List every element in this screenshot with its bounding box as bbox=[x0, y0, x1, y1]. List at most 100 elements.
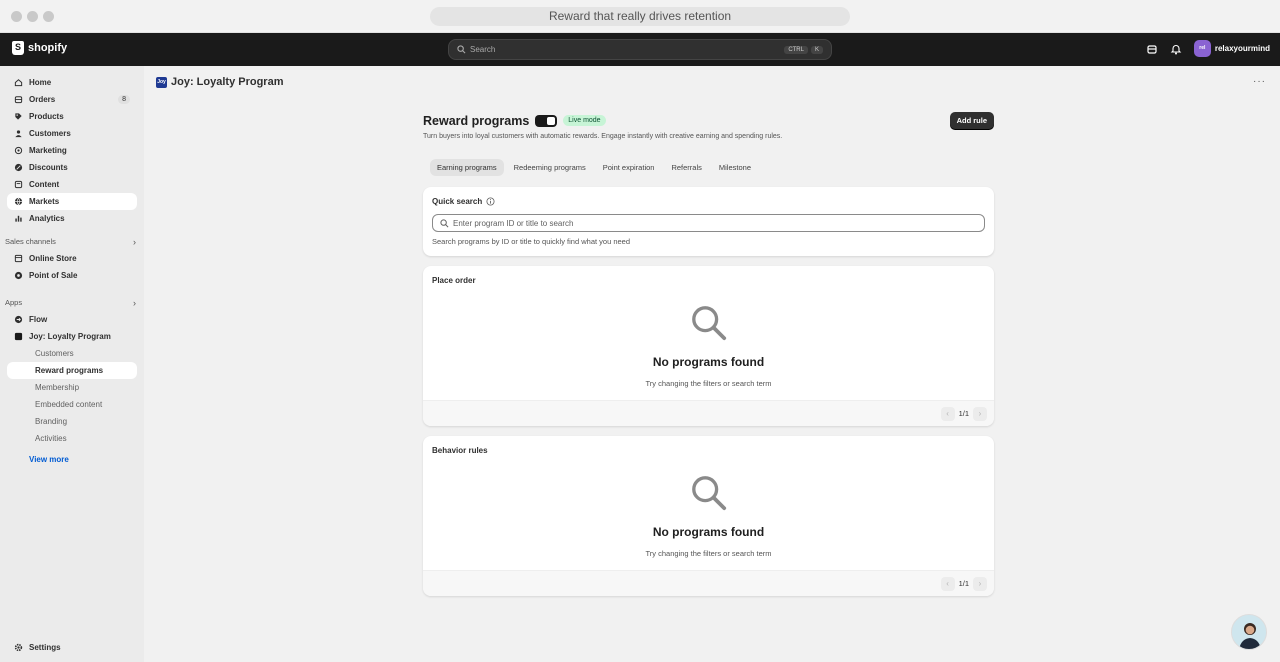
chevron-right-icon: › bbox=[133, 297, 136, 308]
tab-redeeming-programs[interactable]: Redeeming programs bbox=[507, 159, 593, 176]
page-indicator: 1/1 bbox=[958, 579, 969, 588]
sidebar-subitem-label: Branding bbox=[35, 417, 68, 426]
account-menu[interactable]: rel relaxyourmind bbox=[1193, 40, 1270, 57]
globe-icon bbox=[14, 197, 23, 206]
browser-tab-title[interactable]: Reward that really drives retention bbox=[430, 7, 850, 26]
sidebar-item-products[interactable]: Products bbox=[7, 108, 137, 125]
sidebar-item-label: Online Store bbox=[29, 254, 77, 263]
sidebar-subitem-activities[interactable]: Activities bbox=[7, 430, 137, 447]
flow-icon bbox=[14, 315, 23, 324]
support-person-icon bbox=[1239, 623, 1261, 649]
chart-icon bbox=[15, 215, 22, 222]
shortcut-key-ctrl: CTRL bbox=[784, 45, 808, 54]
info-icon[interactable] bbox=[486, 197, 495, 206]
tag-icon bbox=[15, 113, 22, 120]
sidebar-item-label: Markets bbox=[29, 197, 60, 206]
zoom-window-button[interactable] bbox=[43, 11, 54, 22]
tab-referrals[interactable]: Referrals bbox=[664, 159, 708, 176]
sidebar-item-label: Customers bbox=[29, 129, 71, 138]
app-title-text: Joy: Loyalty Program bbox=[171, 76, 284, 88]
sidebar-item-label: Analytics bbox=[29, 214, 65, 223]
empty-state-title: No programs found bbox=[652, 525, 765, 539]
sidebar-item-label: Joy: Loyalty Program bbox=[29, 332, 111, 341]
shopify-logo[interactable]: shopify bbox=[12, 41, 67, 55]
sidebar-subitem-label: Customers bbox=[35, 349, 74, 358]
page-indicator: 1/1 bbox=[958, 409, 969, 418]
sidebar-item-marketing[interactable]: Marketing bbox=[7, 142, 137, 159]
live-mode-badge: Live mode bbox=[563, 115, 606, 126]
sidebar: Home Orders 8 Products Customers Marketing Dis… bbox=[0, 66, 144, 662]
brand-name: shopify bbox=[28, 42, 68, 54]
tab-milestone[interactable]: Milestone bbox=[712, 159, 758, 176]
apps-label: Apps bbox=[5, 298, 23, 307]
gear-icon bbox=[14, 643, 23, 652]
sidebar-item-point-of-sale[interactable]: Point of Sale bbox=[7, 267, 137, 284]
previous-page-button[interactable]: ‹ bbox=[940, 576, 955, 591]
orders-icon bbox=[14, 96, 23, 104]
minimize-window-button[interactable] bbox=[27, 11, 38, 22]
next-page-button[interactable]: › bbox=[973, 406, 987, 421]
more-actions-icon[interactable]: ··· bbox=[1253, 76, 1266, 87]
close-window-button[interactable] bbox=[11, 11, 22, 22]
sidebar-subitem-branding[interactable]: Branding bbox=[7, 413, 137, 430]
search-icon bbox=[440, 218, 449, 227]
sales-channels-label: Sales channels bbox=[5, 237, 56, 246]
search-icon bbox=[457, 45, 466, 54]
sidebar-subitem-label: Membership bbox=[35, 383, 80, 392]
shortcut-key-k: K bbox=[810, 45, 823, 54]
content-icon bbox=[14, 180, 23, 189]
sidebar-item-label: Discounts bbox=[29, 163, 68, 172]
sidebar-subitem-embedded-content[interactable]: Embedded content bbox=[7, 396, 137, 413]
home-icon bbox=[14, 79, 23, 87]
place-order-card: Place order No programs found Try changing… bbox=[423, 266, 994, 426]
sidebar-subitem-membership[interactable]: Membership bbox=[7, 379, 137, 396]
sidebar-item-label: Flow bbox=[29, 315, 48, 324]
magnifier-icon bbox=[691, 306, 726, 341]
discount-icon bbox=[14, 163, 23, 172]
sidebar-item-joy-loyalty-program[interactable]: Joy: Loyalty Program bbox=[7, 328, 137, 345]
sidebar-item-content[interactable]: Content bbox=[7, 176, 137, 193]
quick-search-label: Quick search bbox=[432, 197, 483, 206]
search-placeholder: Enter program ID or title to search bbox=[453, 218, 574, 228]
sidebar-subitem-customers[interactable]: Customers bbox=[7, 345, 137, 362]
page-title: Reward programs bbox=[423, 113, 530, 128]
sidebar-item-label: Point of Sale bbox=[29, 271, 78, 280]
shopify-bag-icon bbox=[12, 41, 24, 55]
apps-header[interactable]: Apps › bbox=[0, 294, 144, 311]
sidebar-item-orders[interactable]: Orders 8 bbox=[7, 91, 137, 108]
global-search-input[interactable]: Search CTRL K bbox=[448, 39, 832, 60]
next-page-button[interactable]: › bbox=[973, 576, 987, 591]
empty-state-text: Try changing the filters or search term bbox=[645, 379, 772, 388]
previous-page-button[interactable]: ‹ bbox=[940, 406, 955, 421]
window-controls bbox=[11, 11, 54, 22]
sidebar-item-online-store[interactable]: Online Store bbox=[7, 250, 137, 267]
sidebar-item-discounts[interactable]: Discounts bbox=[7, 159, 137, 176]
sidebar-item-label: Products bbox=[29, 112, 64, 121]
sales-channels-header[interactable]: Sales channels › bbox=[0, 233, 144, 250]
section-title: Behavior rules bbox=[432, 446, 488, 455]
sidebar-subitem-label: Reward programs bbox=[35, 366, 104, 375]
tab-earning-programs[interactable]: Earning programs bbox=[430, 159, 504, 176]
account-name: relaxyourmind bbox=[1214, 44, 1270, 53]
support-avatar-button[interactable] bbox=[1231, 614, 1267, 650]
sidebar-item-flow[interactable]: Flow bbox=[7, 311, 137, 328]
joy-app-icon: Joy bbox=[156, 76, 167, 88]
sidebar-item-settings[interactable]: Settings bbox=[7, 643, 68, 652]
store-switcher-icon[interactable] bbox=[1146, 43, 1158, 55]
view-more-link[interactable]: View more bbox=[0, 451, 144, 468]
sidebar-item-analytics[interactable]: Analytics bbox=[7, 210, 137, 227]
live-mode-toggle[interactable] bbox=[535, 114, 558, 127]
sidebar-item-customers[interactable]: Customers bbox=[7, 125, 137, 142]
tab-point-expiration[interactable]: Point expiration bbox=[596, 159, 662, 176]
sidebar-subitem-reward-programs[interactable]: Reward programs bbox=[7, 362, 137, 379]
sidebar-item-home[interactable]: Home bbox=[7, 74, 137, 91]
person-icon bbox=[15, 130, 22, 138]
empty-state: No programs found Try changing the filter… bbox=[423, 285, 994, 400]
settings-label: Settings bbox=[29, 643, 61, 652]
sidebar-item-label: Orders bbox=[29, 95, 56, 104]
empty-state: No programs found Try changing the filter… bbox=[423, 455, 994, 570]
notifications-bell-icon[interactable] bbox=[1170, 43, 1182, 55]
program-search-input[interactable]: Enter program ID or title to search bbox=[432, 214, 985, 232]
sidebar-item-markets[interactable]: Markets bbox=[7, 193, 137, 210]
add-rule-button[interactable]: Add rule bbox=[949, 112, 994, 129]
